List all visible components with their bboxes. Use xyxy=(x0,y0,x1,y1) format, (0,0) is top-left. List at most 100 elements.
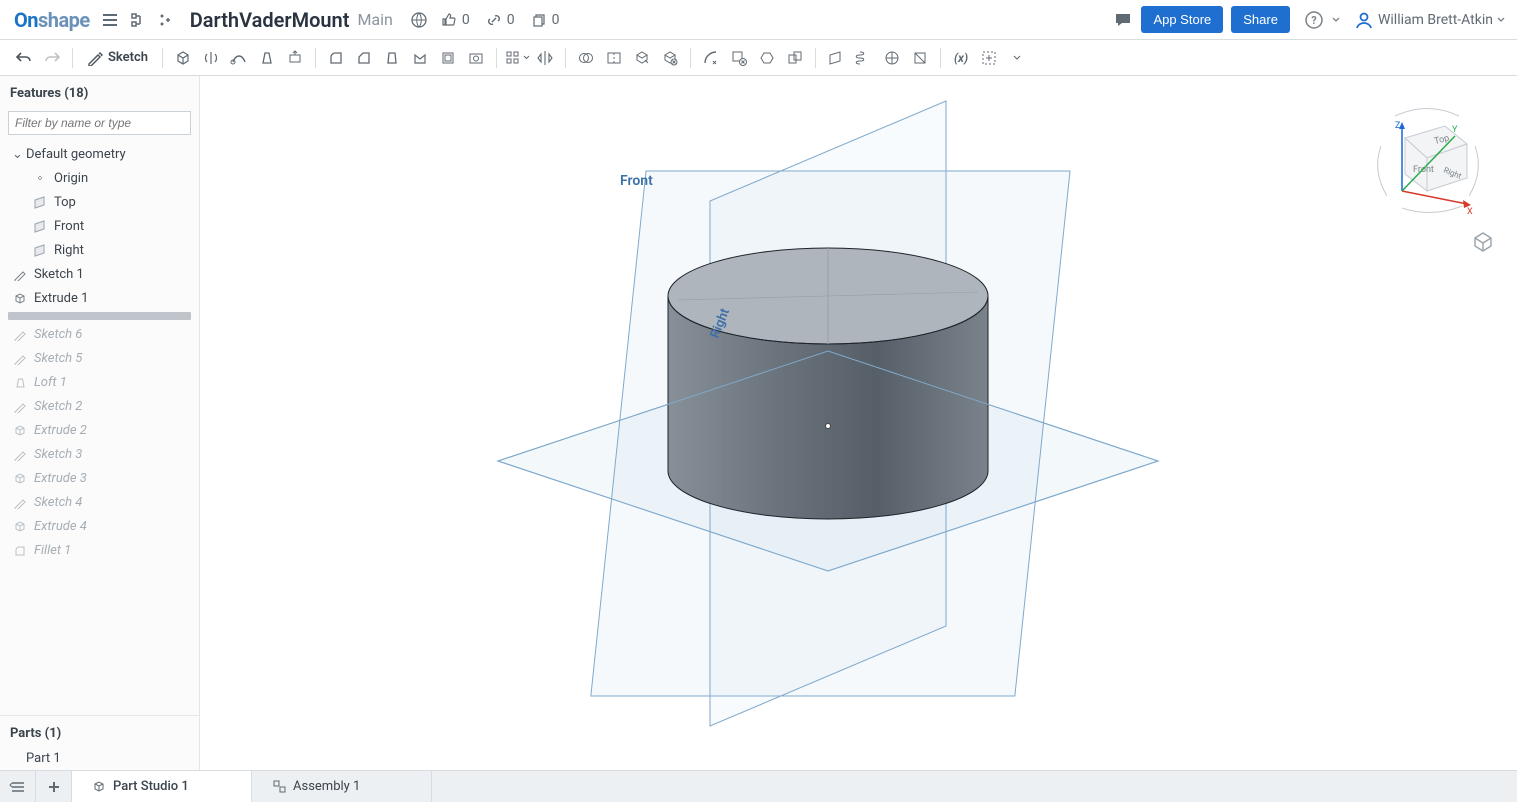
custom-feature-tool[interactable] xyxy=(975,44,1003,72)
revolve-tool[interactable] xyxy=(197,44,225,72)
delete-part-tool[interactable] xyxy=(656,44,684,72)
feature-label: Extrude 1 xyxy=(34,291,88,306)
add-tab-button[interactable] xyxy=(36,771,72,802)
feature-loft-1[interactable]: Loft 1 xyxy=(0,370,199,394)
svg-text:?: ? xyxy=(1311,14,1317,27)
move-face-tool[interactable] xyxy=(753,44,781,72)
tab-label: Part Studio 1 xyxy=(113,779,189,794)
replace-face-tool[interactable] xyxy=(781,44,809,72)
origin-label: Origin xyxy=(54,171,88,186)
sweep-tool[interactable] xyxy=(225,44,253,72)
rollback-bar[interactable] xyxy=(8,312,191,320)
delete-face-tool[interactable] xyxy=(725,44,753,72)
hole-tool[interactable] xyxy=(462,44,490,72)
share-button[interactable]: Share xyxy=(1231,6,1290,33)
extrude-icon xyxy=(12,518,28,534)
mirror-tool[interactable] xyxy=(531,44,559,72)
shell-tool[interactable] xyxy=(434,44,462,72)
draft-tool[interactable] xyxy=(378,44,406,72)
extrude-tool[interactable] xyxy=(169,44,197,72)
plane-icon xyxy=(32,242,48,258)
feature-label: Sketch 4 xyxy=(34,495,82,510)
user-name: William Brett-Atkin xyxy=(1378,12,1493,28)
feature-sketch-1[interactable]: Sketch 1 xyxy=(0,262,199,286)
comments-icon[interactable] xyxy=(1111,8,1135,32)
boolean-tool[interactable] xyxy=(572,44,600,72)
feature-fillet-1[interactable]: Fillet 1 xyxy=(0,538,199,562)
modify-fillet-tool[interactable] xyxy=(697,44,725,72)
tab-part-studio-1[interactable]: Part Studio 1 xyxy=(72,771,252,802)
feature-label: Sketch 3 xyxy=(34,447,82,462)
helix-tool[interactable] xyxy=(850,44,878,72)
links-count: 0 xyxy=(507,12,515,28)
feature-filter-input[interactable] xyxy=(8,111,191,135)
feature-sketch-2[interactable]: Sketch 2 xyxy=(0,394,199,418)
feature-extrude-3[interactable]: Extrude 3 xyxy=(0,466,199,490)
feature-label: Fillet 1 xyxy=(34,543,71,558)
feature-extrude-4[interactable]: Extrude 4 xyxy=(0,514,199,538)
hamburger-icon[interactable] xyxy=(98,8,122,32)
mate-connector-tool[interactable] xyxy=(878,44,906,72)
feature-label: Sketch 6 xyxy=(34,327,82,342)
sketch-button[interactable]: Sketch xyxy=(79,50,156,66)
tab-manager-button[interactable] xyxy=(0,771,36,802)
feature-toolbar: Sketch (x) xyxy=(0,40,1517,76)
feature-extrude-2[interactable]: Extrude 2 xyxy=(0,418,199,442)
feature-label: Sketch 5 xyxy=(34,351,82,366)
globe-icon[interactable] xyxy=(407,8,431,32)
thicken-tool[interactable] xyxy=(281,44,309,72)
svg-text:X: X xyxy=(1467,207,1473,216)
view-cube[interactable]: Top Front Right Z X Y xyxy=(1367,96,1487,216)
plane-icon xyxy=(32,218,48,234)
graphics-canvas[interactable]: Front Right Top Front Right Z X xyxy=(200,76,1517,770)
part-1-item[interactable]: Part 1 xyxy=(0,747,199,770)
copies-count: 0 xyxy=(552,12,560,28)
fillet-tool[interactable] xyxy=(322,44,350,72)
plane-tool[interactable] xyxy=(822,44,850,72)
origin-item[interactable]: ◦Origin xyxy=(0,166,199,190)
extrude-icon xyxy=(12,290,28,306)
front-plane-item[interactable]: Front xyxy=(0,214,199,238)
copies-stat[interactable]: 0 xyxy=(531,12,560,28)
plane-icon xyxy=(32,194,48,210)
loft-tool[interactable] xyxy=(253,44,281,72)
pattern-tool[interactable] xyxy=(503,44,531,72)
feature-sketch-3[interactable]: Sketch 3 xyxy=(0,442,199,466)
sketch-label: Sketch xyxy=(108,50,148,65)
tab-assembly-1[interactable]: Assembly 1 xyxy=(252,771,432,802)
split-tool[interactable] xyxy=(600,44,628,72)
top-plane-item[interactable]: Top xyxy=(0,190,199,214)
onshape-logo[interactable]: Onshape xyxy=(8,8,96,32)
undo-button[interactable] xyxy=(10,44,38,72)
document-title[interactable]: DarthVaderMount xyxy=(190,8,350,32)
feature-label: Extrude 2 xyxy=(34,423,87,438)
links-stat[interactable]: 0 xyxy=(486,12,515,28)
isometric-view-button[interactable] xyxy=(1467,226,1499,258)
section-view-tool[interactable] xyxy=(906,44,934,72)
redo-button[interactable] xyxy=(38,44,66,72)
right-plane-item[interactable]: Right xyxy=(0,238,199,262)
feature-sketch-6[interactable]: Sketch 6 xyxy=(0,322,199,346)
insert-icon[interactable] xyxy=(154,8,178,32)
app-store-button[interactable]: App Store xyxy=(1141,6,1223,33)
likes-stat[interactable]: 0 xyxy=(441,12,470,28)
search-tools[interactable] xyxy=(1003,44,1031,72)
front-label: Front xyxy=(54,219,84,234)
help-menu[interactable]: ? xyxy=(1300,10,1344,30)
document-branch[interactable]: Main xyxy=(357,10,392,29)
variable-tool[interactable]: (x) xyxy=(947,44,975,72)
feature-label: Loft 1 xyxy=(34,375,67,390)
user-menu[interactable]: William Brett-Atkin xyxy=(1350,10,1509,30)
rib-tool[interactable] xyxy=(406,44,434,72)
chamfer-tool[interactable] xyxy=(350,44,378,72)
default-geometry-folder[interactable]: ⌄Default geometry xyxy=(0,143,199,166)
feature-extrude-1[interactable]: Extrude 1 xyxy=(0,286,199,310)
tab-bar: Part Studio 1 Assembly 1 xyxy=(0,770,1517,802)
feature-sketch-5[interactable]: Sketch 5 xyxy=(0,346,199,370)
sketch-icon xyxy=(12,494,28,510)
feature-sketch-4[interactable]: Sketch 4 xyxy=(0,490,199,514)
transform-tool[interactable] xyxy=(628,44,656,72)
sketch-icon xyxy=(12,326,28,342)
sketch-icon xyxy=(12,446,28,462)
tree-icon[interactable] xyxy=(126,8,150,32)
